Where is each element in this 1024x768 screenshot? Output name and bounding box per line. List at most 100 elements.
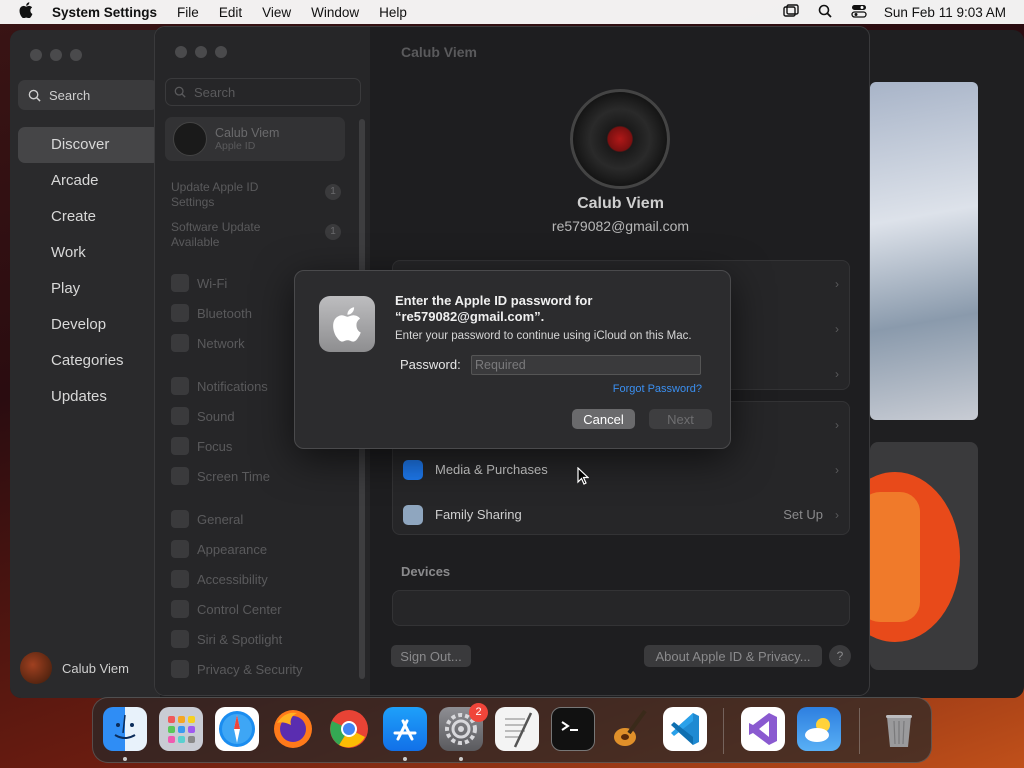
sidebar-item-accessibility[interactable]: Accessibility [171,564,351,594]
sidebar-item-appearance[interactable]: Appearance [171,534,351,564]
dialog-subtitle: Enter your password to continue using iC… [395,330,692,342]
cancel-button[interactable]: Cancel [572,409,635,429]
bluetooth-icon [171,304,189,322]
nav-develop[interactable]: Develop [18,307,160,343]
zoom-button[interactable] [70,49,82,61]
sidebar-item-screen-time[interactable]: Screen Time [171,461,351,491]
vscode-icon[interactable] [663,707,707,751]
sidebar-item-general[interactable]: General [171,504,351,534]
nav-create[interactable]: Create [18,199,160,235]
account-name: Calub Viem [215,126,280,140]
sidebar-item-software-update[interactable]: Software Update Available 1 [171,220,341,250]
chevron-right-icon: › [835,366,839,381]
app-store-search-field[interactable]: Search [18,80,158,110]
accessibility-icon [171,570,189,588]
profile-avatar[interactable] [570,89,670,189]
chrome-icon[interactable] [327,707,371,751]
spotlight-search-icon[interactable] [808,4,842,21]
account-name: Calub Viem [62,660,129,676]
menu-clock[interactable]: Sun Feb 11 9:03 AM [876,5,1006,20]
launchpad-icon[interactable] [159,707,203,751]
row-label: Media & Purchases [435,462,548,477]
menu-app-name[interactable]: System Settings [52,5,167,20]
profile-name: Calub Viem [577,195,664,212]
sidebar-apple-id[interactable]: Calub Viem Apple ID [165,117,345,161]
moon-icon [171,437,189,455]
featured-artwork[interactable] [870,82,978,420]
count-badge: 1 [325,224,341,240]
running-indicator [403,757,407,761]
count-badge: 1 [325,184,341,200]
sign-out-button[interactable]: Sign Out... [391,645,471,667]
row-label: Family Sharing [435,507,522,522]
chevron-right-icon: › [835,276,839,291]
menu-help[interactable]: Help [369,5,417,20]
nav-work[interactable]: Work [18,235,160,271]
menu-edit[interactable]: Edit [209,5,252,20]
safari-icon[interactable] [215,707,259,751]
sidebar-item-siri-spotlight[interactable]: Siri & Spotlight [171,624,351,654]
nav-discover[interactable]: Discover [18,127,160,163]
close-button[interactable] [175,46,187,58]
minimize-button[interactable] [195,46,207,58]
row-media-purchases[interactable]: Media & Purchases › [393,447,849,492]
sidebar-item-label: General [197,511,244,527]
next-button[interactable]: Next [649,409,712,429]
close-button[interactable] [30,49,42,61]
nav-updates[interactable]: Updates [18,379,160,415]
visual-studio-icon[interactable] [741,707,785,751]
settings-search-field[interactable]: Search [165,78,361,106]
finder-icon[interactable] [103,707,147,751]
window-controls [175,46,227,58]
row-family-sharing[interactable]: Family Sharing Set Up › [393,492,849,537]
sidebar-item-label: Bluetooth [197,305,252,321]
help-button[interactable]: ? [829,645,851,667]
sidebar-item-label: Network [197,335,245,351]
trash-icon[interactable] [877,707,921,751]
nav-categories[interactable]: Categories [18,343,160,379]
siri-icon [171,630,189,648]
sidebar-item-label: Siri & Spotlight [197,631,283,647]
control-center-icon[interactable] [842,4,876,21]
apple-logo-icon [319,296,375,352]
garageband-icon[interactable] [607,707,651,751]
wifi-icon [171,274,189,292]
sidebar-item-label: Screen Time [197,468,270,484]
about-apple-id-button[interactable]: About Apple ID & Privacy... [644,645,822,667]
password-label: Password: [400,357,461,372]
page-title: Calub Viem [401,44,477,60]
featured-card[interactable] [870,442,978,670]
app-store-account[interactable]: Calub Viem [20,652,129,684]
family-icon [403,504,423,525]
app-store-sidebar: Search Discover Arcade Create Work Play … [10,30,160,698]
sidebar-item-privacy-security[interactable]: Privacy & Security [171,654,351,684]
search-icon [28,89,41,102]
password-field[interactable] [471,355,701,375]
avatar [20,652,52,684]
menu-file[interactable]: File [167,5,209,20]
nav-play[interactable]: Play [18,271,160,307]
textedit-icon[interactable] [495,707,539,751]
search-placeholder: Search [194,84,236,100]
devices-list [392,590,850,626]
zoom-button[interactable] [215,46,227,58]
row-value: Set Up [783,507,823,522]
sidebar-item-label: Software Update Available [171,220,261,249]
terminal-icon[interactable] [551,707,595,751]
sidebar-item-update-apple-id[interactable]: Update Apple ID Settings 1 [171,180,341,210]
menu-window[interactable]: Window [301,5,369,20]
app-store-icon[interactable] [383,707,427,751]
sidebar-item-control-center[interactable]: Control Center [171,594,351,624]
firefox-icon[interactable] [271,707,315,751]
screen-mirroring-icon[interactable] [774,3,808,21]
nav-arcade[interactable]: Arcade [18,163,160,199]
gear-icon [171,510,189,528]
menu-view[interactable]: View [252,5,301,20]
sidebar-item-label: Appearance [197,541,268,557]
hand-icon [171,660,189,678]
forgot-password-link[interactable]: Forgot Password? [613,383,702,395]
devices-heading: Devices [401,564,451,579]
weather-icon[interactable] [797,707,841,751]
minimize-button[interactable] [50,49,62,61]
apple-menu-icon[interactable] [0,2,52,22]
